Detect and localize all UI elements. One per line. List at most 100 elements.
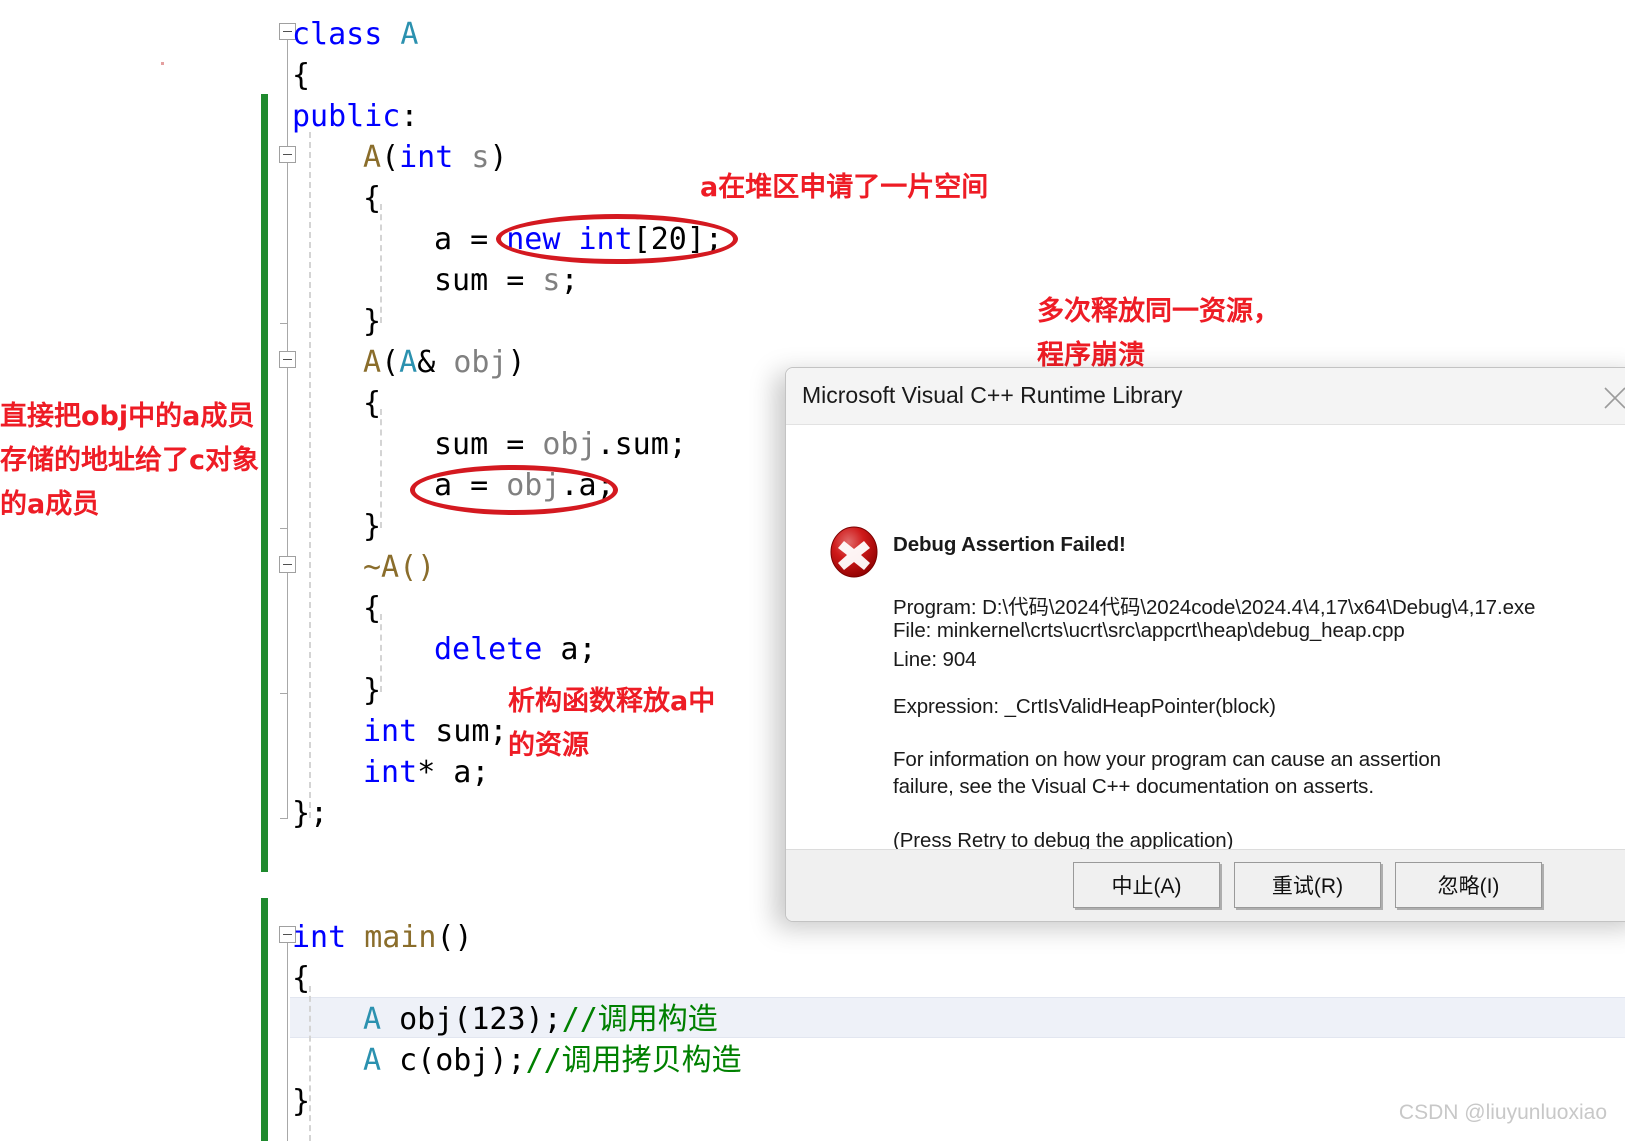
change-bar-main — [261, 898, 268, 1141]
annot-shallow-copy: 直接把obj中的a成员 存储的地址给了c对象 的a成员 — [0, 401, 260, 520]
change-bar-class — [261, 94, 268, 872]
code-token: c( — [381, 1043, 436, 1078]
code-token: int — [292, 920, 347, 955]
code-token: a — [434, 222, 453, 257]
code-token: } — [292, 1084, 311, 1119]
ignore-button[interactable]: 忽略(I) — [1395, 862, 1542, 908]
code-token: { — [363, 591, 382, 626]
code-token: : — [400, 99, 419, 134]
code-token: { — [363, 386, 382, 421]
code-token: = — [488, 263, 543, 298]
runtime-error-dialog: Microsoft Visual C++ Runtime Library Deb… — [785, 367, 1625, 922]
code-line[interactable]: A(int s) — [363, 137, 508, 178]
dialog-info-line-2: failure, see the Visual C++ documentatio… — [893, 775, 1374, 798]
code-token: int — [399, 140, 454, 175]
code-line[interactable]: } — [292, 1081, 310, 1122]
ellipse-shallow-assign — [410, 465, 618, 515]
fold-guide-ctor — [287, 163, 288, 323]
fold-guide-dtor — [287, 573, 288, 693]
stray-dot-artifact — [161, 62, 164, 65]
dialog-title: Microsoft Visual C++ Runtime Library — [802, 382, 1183, 408]
code-token: ); — [489, 1043, 526, 1078]
code-line[interactable]: { — [363, 588, 381, 629]
dialog-line-number: Line: 904 — [893, 648, 977, 671]
code-token: obj( — [381, 1002, 472, 1037]
code-token: obj — [453, 345, 508, 380]
code-line[interactable]: } — [363, 506, 381, 547]
code-token: int — [363, 755, 418, 790]
code-token: { — [292, 961, 311, 996]
screenshot-root: class A{public: A(int s){a = new int[20];… — [0, 0, 1625, 1141]
code-line[interactable]: A(A& obj) — [363, 342, 526, 383]
code-line[interactable]: public: — [292, 96, 418, 137]
fold-toggle-dtor[interactable] — [279, 556, 296, 573]
code-line[interactable]: } — [363, 670, 381, 711]
code-token: } — [363, 673, 382, 708]
watermark: CSDN @liuyunluoxiao — [1398, 1101, 1607, 1124]
code-token: sum — [434, 263, 489, 298]
dialog-program-line: Program: D:\代码\2024代码\2024code\2024.4\4,… — [893, 596, 1536, 619]
code-line[interactable]: { — [363, 178, 381, 219]
dialog-info-line-1: For information on how your program can … — [893, 748, 1441, 771]
code-line[interactable]: { — [292, 958, 310, 999]
code-token: * a; — [417, 755, 490, 790]
code-token: obj — [435, 1043, 490, 1078]
abort-button[interactable]: 中止(A) — [1073, 862, 1220, 908]
code-token: = — [488, 427, 543, 462]
ellipse-new-int — [496, 214, 738, 264]
code-line[interactable]: int sum; — [363, 711, 508, 752]
fold-toggle-copyctor[interactable] — [279, 351, 296, 368]
code-token: } — [363, 509, 382, 544]
code-token: s — [542, 263, 561, 298]
close-icon[interactable] — [1584, 368, 1625, 423]
code-line[interactable]: A c(obj);//调用拷贝构造 — [363, 1040, 742, 1081]
code-token: delete — [434, 632, 543, 667]
retry-button[interactable]: 重试(R) — [1234, 862, 1381, 908]
code-token: A — [399, 345, 418, 380]
code-line[interactable]: int main() — [292, 917, 473, 958]
fold-tick-copyctor-end — [280, 528, 288, 529]
code-line[interactable]: delete a; — [434, 629, 597, 670]
code-token: .sum; — [596, 427, 687, 462]
code-line[interactable]: class A — [292, 14, 418, 55]
code-line[interactable]: { — [292, 55, 310, 96]
code-token: A — [363, 345, 382, 380]
code-token: & — [417, 345, 454, 380]
code-token: //调用构造 — [561, 1002, 718, 1037]
code-token: a; — [542, 632, 597, 667]
annot-double-free: 多次释放同一资源， 程序崩溃 — [1037, 296, 1280, 371]
code-token: obj — [542, 427, 597, 462]
code-token: ( — [381, 140, 400, 175]
dialog-file-line: File: minkernel\crts\ucrt\src\appcrt\hea… — [893, 619, 1405, 642]
code-line[interactable]: { — [363, 383, 381, 424]
code-token: 123 — [471, 1002, 526, 1037]
fold-toggle-ctor[interactable] — [279, 146, 296, 163]
code-token: }; — [292, 796, 329, 831]
code-line[interactable]: sum = obj.sum; — [434, 424, 687, 465]
code-line[interactable]: int* a; — [363, 752, 489, 793]
code-token: class — [292, 17, 401, 52]
code-token: { — [292, 58, 311, 93]
dialog-heading: Debug Assertion Failed! — [893, 533, 1126, 556]
code-token: A — [363, 140, 382, 175]
fold-tick-ctor-end — [280, 323, 288, 324]
code-token: sum — [434, 427, 489, 462]
fold-tick-class-end — [280, 818, 288, 819]
code-token: main — [364, 920, 437, 955]
annot-heap-alloc: a在堆区申请了一片空间 — [700, 172, 989, 203]
code-line[interactable]: A obj(123);//调用构造 — [363, 999, 718, 1040]
code-line[interactable]: sum = s; — [434, 260, 579, 301]
code-line[interactable]: } — [363, 301, 381, 342]
code-line[interactable]: ~A() — [363, 547, 435, 588]
code-token: { — [363, 181, 382, 216]
code-token: } — [363, 304, 382, 339]
dialog-expression-line: Expression: _CrtIsValidHeapPointer(block… — [893, 695, 1276, 718]
code-token: int — [363, 714, 418, 749]
dialog-footer: 中止(A) 重试(R) 忽略(I) — [786, 849, 1625, 921]
dialog-body: Debug Assertion Failed! Program: D:\代码\2… — [786, 425, 1625, 852]
code-line[interactable]: }; — [292, 793, 328, 834]
code-token: //调用拷贝构造 — [525, 1043, 742, 1078]
code-token: ~A() — [363, 550, 436, 585]
